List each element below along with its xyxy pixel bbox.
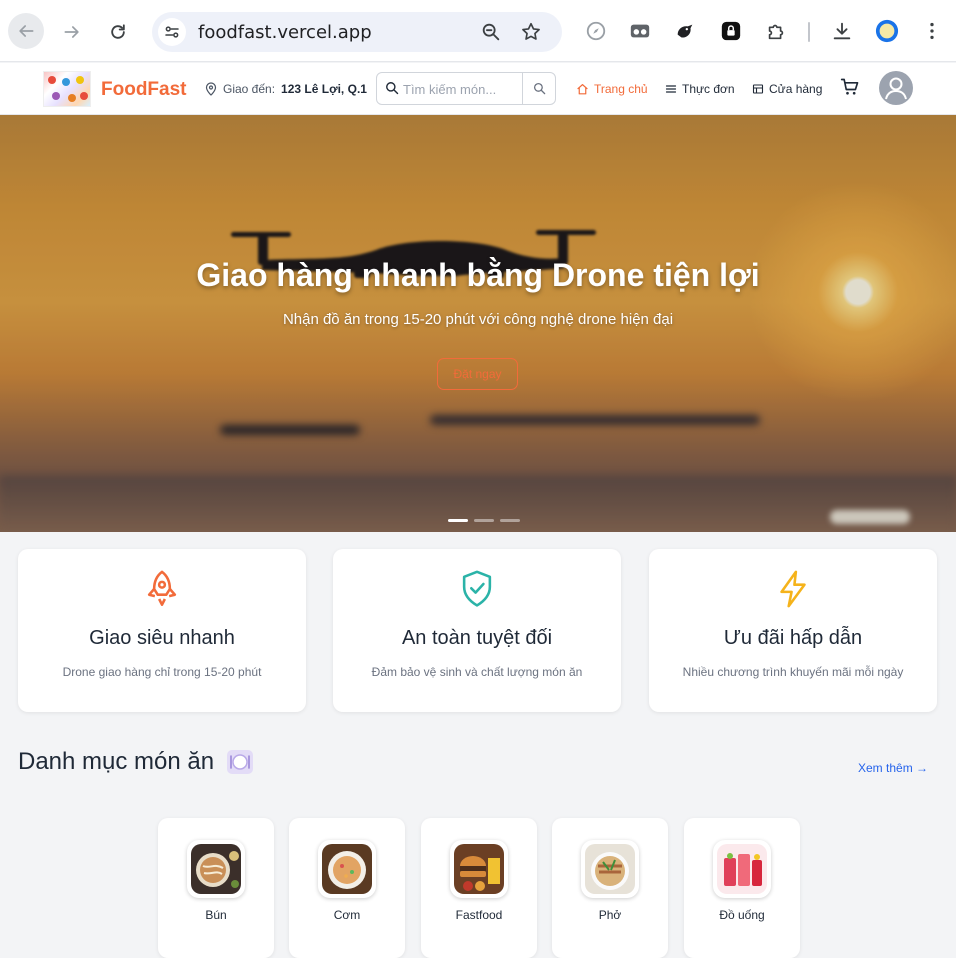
toolbar-divider [808, 22, 810, 42]
arrow-left-icon [19, 25, 34, 37]
feature-desc: Nhiều chương trình khuyến mãi mỗi ngày [682, 665, 904, 679]
download-icon[interactable] [830, 19, 854, 43]
carousel-dot-3[interactable] [500, 519, 520, 522]
deliver-prefix: Giao đến: [223, 82, 276, 96]
tab-extension-icon[interactable] [628, 19, 652, 43]
feature-card-safe: An toàn tuyệt đối Đảm bảo vệ sinh và chấ… [333, 549, 621, 712]
cart-icon [840, 78, 859, 95]
carousel-dots [448, 519, 520, 522]
delivery-address[interactable]: Giao đến: 123 Lê Lợi, Q.1 [205, 82, 367, 96]
category-card-fastfood[interactable]: Fastfood [421, 818, 537, 958]
reload-icon [111, 24, 125, 39]
hero-title: Giao hàng nhanh bằng Drone tiện lợi [196, 257, 760, 293]
search-box[interactable]: Tìm kiếm món... [376, 72, 556, 105]
bookmark-star-icon[interactable] [520, 21, 542, 43]
com-image [322, 844, 372, 894]
order-now-button[interactable]: Đặt ngay [437, 358, 518, 390]
zoom-icon[interactable] [480, 21, 502, 43]
feature-desc: Drone giao hàng chỉ trong 15-20 phút [62, 665, 262, 679]
feature-card-fast: Giao siêu nhanh Drone giao hàng chỉ tron… [18, 549, 306, 712]
nav-stores-label: Cửa hàng [769, 82, 823, 96]
reload-button[interactable] [100, 14, 136, 50]
tune-icon [165, 26, 179, 38]
hero-banner: Giao hàng nhanh bằng Drone tiện lợi Nhận… [0, 115, 956, 532]
compass-extension-icon[interactable] [584, 19, 608, 43]
address-bar[interactable]: foodfast.vercel.app [152, 12, 562, 52]
category-label: Đồ uống [719, 908, 765, 922]
nav-menu[interactable]: Thực đơn [665, 82, 735, 96]
carousel-dot-1[interactable] [448, 519, 468, 522]
category-card-com[interactable]: Cơm [289, 818, 405, 958]
category-card-bun[interactable]: Bún [158, 818, 274, 958]
logo-image[interactable] [43, 71, 91, 107]
plate-icon [227, 750, 254, 774]
search-icon [386, 82, 399, 95]
feature-title: Giao siêu nhanh [89, 627, 235, 649]
category-card-pho[interactable]: Phở [552, 818, 668, 958]
hero-subtitle: Nhận đồ ăn trong 15-20 phút với công ngh… [282, 311, 674, 328]
see-more-link[interactable]: Xem thêm → [858, 761, 928, 775]
category-label: Phở [598, 908, 622, 922]
deliver-address-value: 123 Lê Lợi, Q.1 [281, 82, 367, 96]
fastfood-image [454, 844, 504, 894]
browser-toolbar: foodfast.vercel.app [0, 0, 956, 62]
profile-avatar-icon[interactable] [875, 19, 899, 43]
site-info-button[interactable] [158, 18, 186, 46]
category-card-drinks[interactable]: Đồ uống [684, 818, 800, 958]
categories-title: Danh mục món ăn [18, 748, 215, 775]
forward-button[interactable] [54, 14, 90, 50]
bird-extension-icon[interactable] [673, 19, 697, 43]
location-pin-icon [205, 82, 217, 96]
nav-menu-label: Thực đơn [682, 82, 735, 96]
kebab-menu-icon[interactable] [920, 19, 944, 43]
section-title: Danh mục món ăn [18, 748, 254, 776]
search-input[interactable]: Tìm kiếm món... [403, 82, 496, 97]
back-button[interactable] [8, 13, 44, 49]
nav-home[interactable]: Trang chủ [576, 82, 648, 96]
pho-image [585, 844, 635, 894]
rocket-icon [147, 570, 177, 606]
nav-home-label: Trang chủ [594, 82, 648, 96]
list-icon [665, 85, 677, 93]
shield-check-icon [462, 570, 492, 607]
user-icon [885, 77, 907, 100]
brand-name[interactable]: FoodFast [101, 79, 187, 101]
search-icon [533, 82, 545, 95]
feature-title: Ưu đãi hấp dẫn [723, 627, 863, 649]
category-label: Bún [205, 908, 227, 922]
feature-card-deals: Ưu đãi hấp dẫn Nhiều chương trình khuyến… [649, 549, 937, 712]
bun-image [191, 844, 241, 894]
search-button[interactable] [522, 73, 555, 104]
lightning-icon [780, 570, 806, 608]
store-icon [752, 84, 764, 94]
arrow-right-icon [64, 26, 79, 38]
category-label: Fastfood [455, 908, 503, 922]
user-avatar[interactable] [879, 71, 913, 105]
drinks-image [717, 844, 767, 894]
feature-title: An toàn tuyệt đối [401, 627, 553, 649]
url-text[interactable]: foodfast.vercel.app [198, 22, 372, 43]
cart-button[interactable] [840, 77, 860, 102]
site-header: FoodFast Giao đến: 123 Lê Lợi, Q.1 Tìm ki… [0, 63, 956, 115]
feature-desc: Đảm bảo vệ sinh và chất lượng món ăn [371, 665, 583, 679]
home-icon [577, 83, 588, 94]
lock-extension-icon[interactable] [719, 19, 743, 43]
puzzle-extensions-icon[interactable] [764, 19, 788, 43]
nav-stores[interactable]: Cửa hàng [752, 82, 822, 96]
carousel-dot-2[interactable] [474, 519, 494, 522]
category-label: Cơm [333, 908, 361, 922]
